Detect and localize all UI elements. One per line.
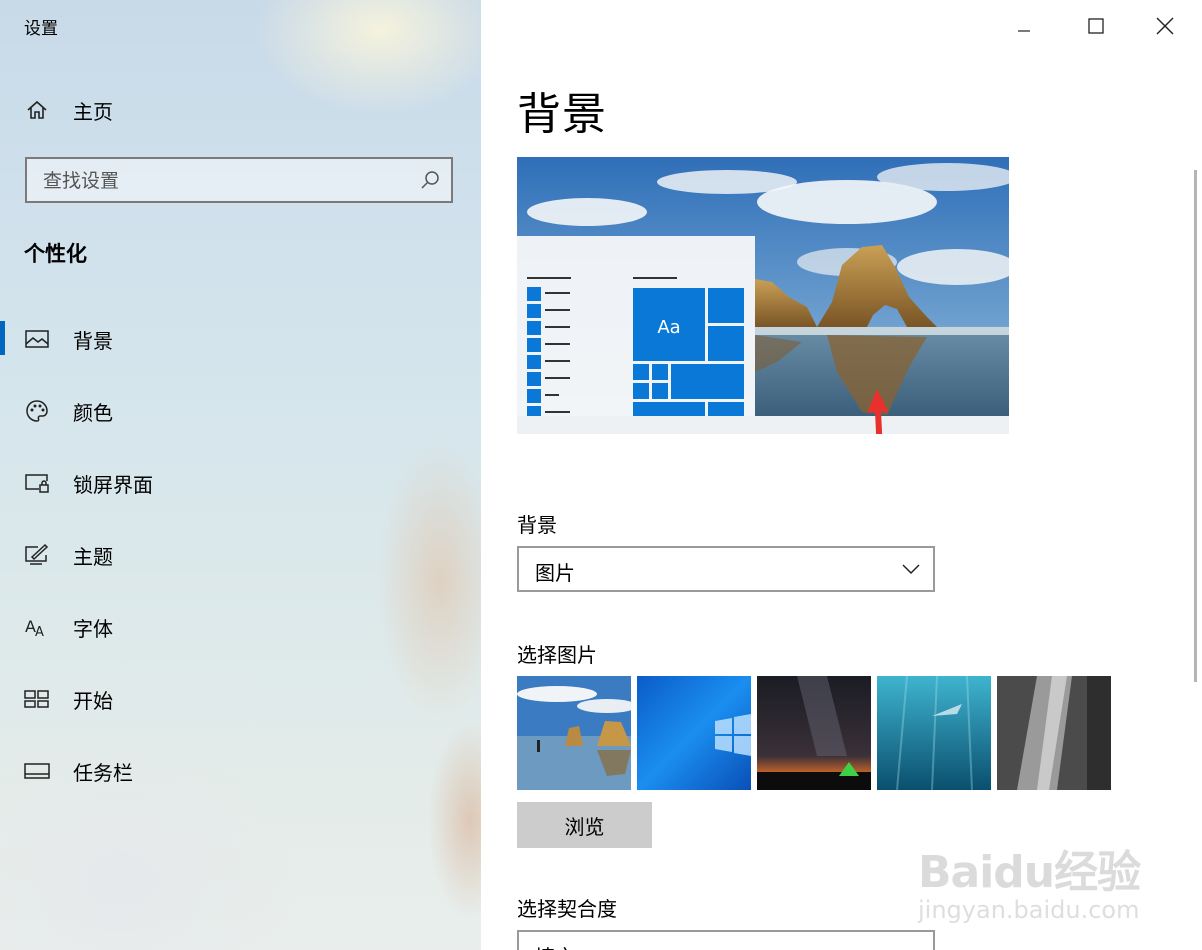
content-pane: 背景 Aa 背景 图片 选择图片 浏览 选择契合度 Baidu经验 jingya… (481, 0, 1202, 950)
background-label: 背景 (517, 513, 557, 537)
picture-thumbnail-5[interactable] (997, 676, 1111, 790)
sidebar-item-label: 主题 (73, 544, 113, 569)
sidebar-item-label: 开始 (73, 688, 113, 713)
theme-icon (24, 542, 50, 568)
scrollbar[interactable] (1194, 170, 1197, 682)
sidebar-item-label: 任务栏 (73, 760, 133, 785)
fit-label: 选择契合度 (517, 897, 617, 921)
browse-button[interactable]: 浏览 (517, 802, 652, 848)
picture-thumbnail-4[interactable] (877, 676, 991, 790)
chevron-down-icon (901, 560, 921, 580)
watermark: Baidu经验 jingyan.baidu.com (918, 818, 1178, 928)
sidebar-item-label: 背景 (73, 328, 113, 353)
nav-home-label: 主页 (73, 99, 113, 124)
search-icon[interactable] (419, 169, 441, 191)
watermark-line2: jingyan.baidu.com (918, 896, 1140, 924)
sidebar-item-start[interactable]: 开始 (0, 679, 481, 719)
background-preview: Aa (517, 157, 1009, 434)
minimize-button[interactable] (1001, 8, 1047, 44)
sidebar-item-label: 锁屏界面 (73, 472, 153, 497)
sidebar-item-label: 颜色 (73, 400, 113, 425)
sidebar-item-themes[interactable]: 主题 (0, 535, 481, 575)
sidebar-item-lock-screen[interactable]: 锁屏界面 (0, 463, 481, 503)
minimize-icon (1018, 30, 1030, 32)
active-indicator (0, 321, 5, 355)
svg-text:A: A (35, 625, 44, 638)
section-title: 个性化 (24, 242, 87, 266)
picture-thumbnail-1[interactable] (517, 676, 631, 790)
fit-dropdown-value: 填充 (535, 941, 575, 950)
sidebar: 设置 主页 个性化 背景 颜色 锁屏界面 主题 (0, 0, 481, 950)
picture-thumbnail-2[interactable] (637, 676, 751, 790)
choose-picture-label: 选择图片 (517, 643, 597, 667)
font-icon: AA (24, 614, 50, 640)
fit-dropdown[interactable]: 填充 (517, 930, 935, 950)
lock-screen-icon (24, 470, 50, 496)
start-icon (24, 686, 50, 712)
nav-home[interactable]: 主页 (0, 90, 481, 130)
close-button[interactable] (1142, 8, 1188, 44)
background-dropdown[interactable]: 图片 (517, 546, 935, 592)
preview-tile-text: Aa (657, 317, 680, 338)
sidebar-item-fonts[interactable]: AA 字体 (0, 607, 481, 647)
app-title: 设置 (24, 19, 58, 39)
close-icon (1156, 17, 1174, 35)
sidebar-item-taskbar[interactable]: 任务栏 (0, 751, 481, 791)
sidebar-item-label: 字体 (73, 616, 113, 641)
palette-icon (24, 398, 50, 424)
sidebar-item-background[interactable]: 背景 (0, 319, 481, 359)
taskbar-icon (24, 758, 50, 784)
background-dropdown-value: 图片 (535, 561, 575, 585)
search-box[interactable] (25, 157, 453, 203)
home-icon (24, 97, 50, 123)
watermark-line1: Baidu经验 (918, 847, 1141, 898)
search-input[interactable] (41, 165, 405, 197)
sidebar-item-colors[interactable]: 颜色 (0, 391, 481, 431)
picture-icon (24, 326, 50, 352)
maximize-button[interactable] (1073, 8, 1119, 44)
page-title: 背景 (517, 89, 607, 140)
picture-thumbnail-3[interactable] (757, 676, 871, 790)
maximize-icon (1088, 18, 1104, 34)
